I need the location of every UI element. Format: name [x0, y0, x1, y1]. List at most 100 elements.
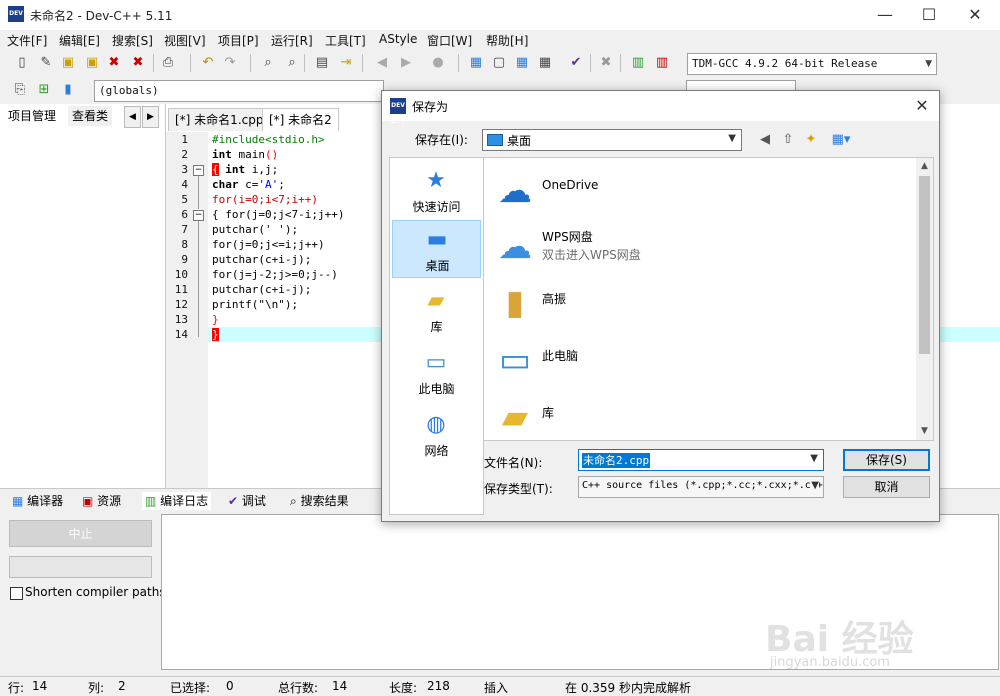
- project-add-icon[interactable]: ⊞: [34, 80, 54, 100]
- tab-project-manager[interactable]: 项目管理: [4, 106, 61, 126]
- view-menu-icon[interactable]: ▦▾: [828, 131, 854, 149]
- save-button[interactable]: 保存(S): [843, 449, 930, 471]
- menu-window[interactable]: 窗口[W]: [427, 32, 472, 49]
- place-this-pc[interactable]: ▭ 此电脑: [392, 344, 481, 402]
- close-file-icon[interactable]: ✖: [104, 53, 124, 73]
- list-item[interactable]: ▭ 此电脑: [490, 333, 910, 387]
- status-col-label: 列:: [88, 681, 105, 695]
- line-number: 2: [181, 148, 188, 161]
- redo-icon[interactable]: ↷: [220, 53, 240, 73]
- compile-run-icon[interactable]: ▦: [512, 53, 532, 73]
- replace-icon[interactable]: ⌕: [282, 53, 302, 73]
- tab-compiler[interactable]: ▦ 编译器: [12, 492, 63, 510]
- run-icon[interactable]: ▢: [489, 53, 509, 73]
- place-quick-access[interactable]: ★ 快速访问: [392, 162, 481, 220]
- new-folder-icon[interactable]: ✦: [802, 131, 820, 149]
- scroll-up-icon[interactable]: ▲: [916, 158, 933, 175]
- menu-tools[interactable]: 工具[T]: [325, 32, 366, 49]
- menu-astyle[interactable]: AStyle: [379, 32, 417, 46]
- toggle-bookmark-icon[interactable]: ●: [428, 53, 448, 73]
- tab-scroll-left-icon[interactable]: ◀: [124, 106, 141, 128]
- menu-run[interactable]: 运行[R]: [271, 32, 313, 49]
- file-list-scrollbar[interactable]: ▲ ▼: [916, 158, 933, 440]
- chevron-down-icon[interactable]: ▼: [810, 453, 818, 464]
- project-options-icon[interactable]: ▮: [58, 80, 78, 100]
- save-icon[interactable]: ▣: [58, 53, 78, 73]
- status-len: 218: [427, 679, 450, 693]
- menu-search[interactable]: 搜索[S]: [112, 32, 153, 49]
- minimize-button[interactable]: —: [862, 0, 908, 30]
- tab-debug[interactable]: ✔ 调试: [228, 492, 266, 510]
- place-library[interactable]: ▰ 库: [392, 282, 481, 340]
- stop-icon[interactable]: ✖: [596, 53, 616, 73]
- shorten-paths-checkbox[interactable]: [10, 587, 23, 600]
- status-bar: 行: 14 列: 2 已选择: 0 总行数: 14 长度: 218 插入 在 0…: [0, 676, 1000, 696]
- scroll-down-icon[interactable]: ▼: [916, 423, 933, 440]
- new-file-icon[interactable]: ▯: [12, 53, 32, 73]
- tab-compile-log[interactable]: ▥ 编译日志: [142, 492, 212, 510]
- window-title: 未命名2 - Dev-C++ 5.11: [30, 9, 173, 23]
- tab-search-results[interactable]: ⌕ 搜索结果: [290, 492, 349, 510]
- tab-resources[interactable]: ▣ 资源: [82, 492, 121, 510]
- cloud-outline-icon: ☁: [498, 227, 532, 267]
- star-icon: ★: [426, 168, 446, 193]
- bookmark-next-icon[interactable]: ▶: [396, 53, 416, 73]
- rebuild-icon[interactable]: ▦: [535, 53, 555, 73]
- place-network[interactable]: ◍ 网络: [392, 406, 481, 464]
- menu-file[interactable]: 文件[F]: [7, 32, 47, 49]
- chevron-down-icon: ▼: [925, 59, 932, 69]
- stop-button[interactable]: 中止: [9, 520, 152, 547]
- cancel-button[interactable]: 取消: [843, 476, 930, 498]
- fold-collapse-icon[interactable]: −: [193, 165, 204, 176]
- menu-edit[interactable]: 编辑[E]: [59, 32, 100, 49]
- compiler-icon: ▦: [12, 494, 24, 508]
- fold-line: [198, 176, 199, 209]
- scope-select[interactable]: (globals): [94, 80, 384, 102]
- list-item[interactable]: ☁ WPS网盘 双击进入WPS网盘: [490, 220, 910, 274]
- close-button[interactable]: ✕: [952, 0, 998, 30]
- back-icon[interactable]: ◀: [756, 131, 774, 149]
- place-desktop[interactable]: ▬ 桌面: [392, 220, 481, 278]
- maximize-button[interactable]: ☐: [906, 0, 952, 30]
- print-icon[interactable]: ⎙: [158, 53, 178, 73]
- code-line-3: { int i,j;: [212, 163, 279, 176]
- tab-scroll-right-icon[interactable]: ▶: [142, 106, 159, 128]
- list-item[interactable]: ☁ OneDrive: [490, 164, 910, 218]
- fold-collapse-icon[interactable]: −: [193, 210, 204, 221]
- menu-project[interactable]: 项目[P]: [218, 32, 259, 49]
- menu-help[interactable]: 帮助[H]: [486, 32, 528, 49]
- dialog-close-button[interactable]: ✕: [911, 95, 933, 117]
- check-syntax-icon[interactable]: ✔: [566, 53, 586, 73]
- scroll-thumb[interactable]: [919, 176, 930, 354]
- project-new-icon[interactable]: ⎘: [10, 80, 30, 100]
- filename-input[interactable]: 未命名2.cpp ▼: [578, 449, 824, 471]
- goto-line-icon[interactable]: ▤: [312, 53, 332, 73]
- tab-class-view[interactable]: 查看类: [68, 106, 113, 126]
- bookmark-prev-icon[interactable]: ◀: [372, 53, 392, 73]
- chevron-down-icon: ▼: [728, 133, 736, 144]
- compiler-select[interactable]: TDM-GCC 4.9.2 64-bit Release ▼: [687, 53, 937, 75]
- indent-icon[interactable]: ⇥: [336, 53, 356, 73]
- up-folder-icon[interactable]: ⇧: [779, 131, 797, 149]
- tab-file-1[interactable]: [*] 未命名1.cpp: [168, 108, 271, 131]
- find-icon[interactable]: ⌕: [258, 53, 278, 73]
- file-list[interactable]: ☁ OneDrive ☁ WPS网盘 双击进入WPS网盘 ▮ 高振 ▭ 此电脑 …: [483, 157, 934, 441]
- profile-delete-icon[interactable]: ▥: [652, 53, 672, 73]
- desktop-icon: [487, 134, 503, 146]
- filetype-select[interactable]: C++ source files (*.cpp;*.cc;*.cxx;*.c++…: [578, 476, 824, 498]
- cloud-icon: ☁: [498, 171, 532, 211]
- tab-file-2[interactable]: [*] 未命名2: [262, 108, 339, 131]
- save-all-icon[interactable]: ▣: [82, 53, 102, 73]
- save-in-select[interactable]: 桌面 ▼: [482, 129, 742, 151]
- chart-icon[interactable]: ▥: [628, 53, 648, 73]
- list-item[interactable]: ▰ 库: [490, 390, 910, 444]
- code-line-14: }: [212, 328, 219, 341]
- code-line-2: int main(): [212, 148, 279, 161]
- compile-icon[interactable]: ▦: [466, 53, 486, 73]
- filetype-value: C++ source files (*.cpp;*.cc;*.cxx;*.c++…: [582, 480, 823, 491]
- menu-view[interactable]: 视图[V]: [164, 32, 206, 49]
- list-item[interactable]: ▮ 高振: [490, 276, 910, 330]
- undo-icon[interactable]: ↶: [198, 53, 218, 73]
- open-file-icon[interactable]: ✎: [36, 53, 56, 73]
- close-all-icon[interactable]: ✖: [128, 53, 148, 73]
